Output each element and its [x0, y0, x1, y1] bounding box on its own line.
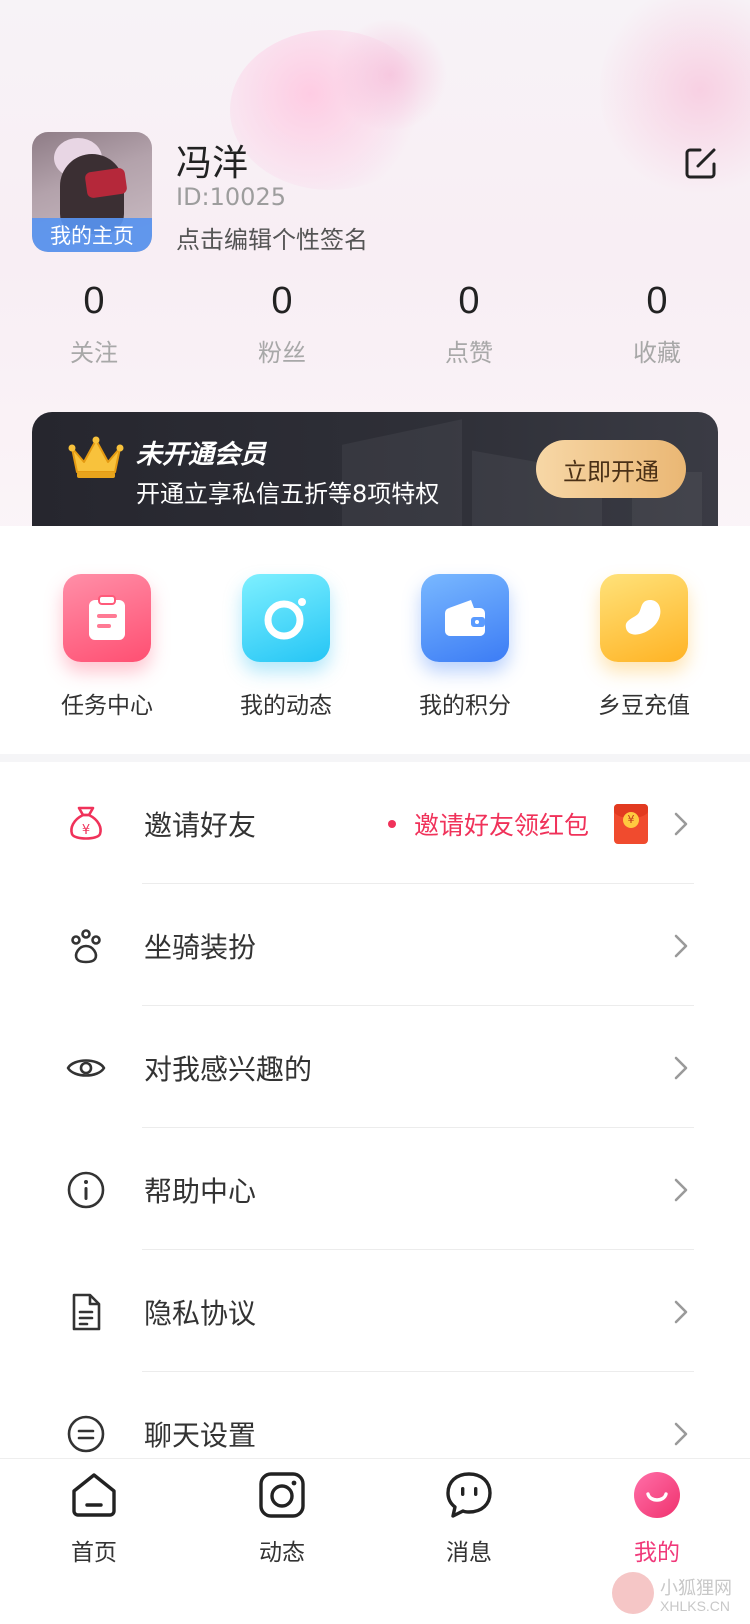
chat-settings-icon: [67, 1415, 105, 1453]
tab-label: 消息: [446, 1540, 492, 1566]
stat-value: 0: [646, 280, 668, 322]
activate-vip-button[interactable]: 立即开通: [536, 440, 686, 498]
chevron-right-icon: [674, 1422, 688, 1446]
profile-stats: 0 关注 0 粉丝 0 点赞 0 收藏: [0, 280, 750, 370]
user-id: ID:10025: [176, 183, 286, 211]
menu-item-invite-friends[interactable]: ¥ 邀请好友 邀请好友领红包: [0, 762, 750, 884]
home-icon: [72, 1473, 116, 1517]
stat-following[interactable]: 0 关注: [34, 280, 154, 368]
invite-reward-text: 邀请好友领红包: [414, 811, 590, 840]
tab-moments[interactable]: 动态: [222, 1469, 342, 1567]
stat-likes[interactable]: 0 点赞: [409, 280, 529, 368]
message-icon: [446, 1472, 492, 1518]
section-divider: [0, 754, 750, 762]
quick-action-label: 我的积分: [419, 693, 511, 719]
edit-icon[interactable]: [684, 146, 718, 180]
bean-icon: [600, 574, 688, 662]
quick-action-bean-recharge[interactable]: 乡豆充值: [564, 574, 724, 720]
watermark-url: XHLKS.CN: [660, 1598, 731, 1614]
camera-icon: [242, 574, 330, 662]
quick-action-task-center[interactable]: 任务中心: [27, 574, 187, 720]
tab-label: 动态: [259, 1540, 305, 1566]
tab-home[interactable]: 首页: [34, 1469, 154, 1567]
quick-action-my-posts[interactable]: 我的动态: [206, 574, 366, 720]
svg-text:¥: ¥: [82, 823, 90, 838]
decorative-heart: [600, 0, 750, 200]
chevron-right-icon: [674, 1056, 688, 1080]
user-name: 冯洋: [176, 143, 249, 184]
stat-fans[interactable]: 0 粉丝: [222, 280, 342, 368]
info-icon: [67, 1171, 105, 1209]
vip-benefit-text: 开通立享私信五折等8项特权: [136, 480, 440, 508]
avatar-photo-detail: [84, 167, 128, 199]
menu-item-interested-in-me[interactable]: 对我感兴趣的: [0, 1006, 750, 1128]
fox-logo-icon: [612, 1572, 654, 1614]
stat-value: 0: [271, 280, 293, 322]
red-envelope-icon: [614, 804, 648, 844]
eye-icon: [66, 1059, 106, 1077]
menu-item-label: 邀请好友: [144, 809, 257, 842]
site-watermark: 小狐狸网 XHLKS.CN: [612, 1572, 748, 1620]
chevron-right-icon: [674, 812, 688, 836]
notification-dot: [388, 820, 396, 828]
watermark-text: 小狐狸网: [660, 1578, 732, 1599]
menu-item-label: 隐私协议: [144, 1297, 257, 1330]
settings-menu: ¥ 邀请好友 邀请好友领红包 坐骑装扮: [0, 762, 750, 1494]
menu-item-help-center[interactable]: 帮助中心: [0, 1128, 750, 1250]
decorative-heart: [330, 20, 450, 130]
menu-item-label: 对我感兴趣的: [144, 1053, 313, 1086]
profile-page: 我的主页 冯洋 ID:10025 点击编辑个性签名 0 关注 0 粉丝 0 点赞…: [0, 0, 750, 1624]
menu-item-privacy-policy[interactable]: 隐私协议: [0, 1250, 750, 1372]
stat-label: 关注: [70, 339, 118, 367]
profile-smile-icon: [634, 1472, 680, 1518]
stat-label: 点赞: [445, 339, 493, 367]
stat-value: 0: [83, 280, 105, 322]
avatar[interactable]: 我的主页: [32, 132, 152, 252]
tab-messages[interactable]: 消息: [409, 1469, 529, 1567]
chevron-right-icon: [674, 934, 688, 958]
stat-label: 粉丝: [258, 339, 306, 367]
document-icon: [72, 1293, 101, 1331]
tab-label: 我的: [634, 1540, 680, 1566]
chevron-right-icon: [674, 1300, 688, 1324]
quick-action-label: 任务中心: [61, 693, 153, 719]
quick-action-label: 我的动态: [240, 693, 332, 719]
wallet-icon: [421, 574, 509, 662]
quick-action-my-points[interactable]: 我的积分: [385, 574, 545, 720]
stat-label: 收藏: [633, 339, 681, 367]
camera-icon: [259, 1472, 305, 1518]
signature-prompt[interactable]: 点击编辑个性签名: [176, 220, 368, 255]
vip-status-title: 未开通会员: [136, 440, 267, 470]
tab-label: 首页: [71, 1540, 117, 1566]
crown-icon: [68, 436, 124, 478]
menu-item-label: 帮助中心: [144, 1175, 257, 1208]
menu-item-mount-decoration[interactable]: 坐骑装扮: [0, 884, 750, 1006]
quick-actions: 任务中心 我的动态 我的积分 乡豆充值: [0, 526, 750, 756]
quick-action-label: 乡豆充值: [598, 693, 690, 719]
stat-favorites[interactable]: 0 收藏: [597, 280, 717, 368]
stat-value: 0: [458, 280, 480, 322]
paw-icon: [71, 929, 101, 964]
money-bag-icon: ¥: [70, 806, 102, 840]
my-homepage-tag[interactable]: 我的主页: [32, 218, 152, 252]
vip-banner[interactable]: 未开通会员 开通立享私信五折等8项特权 立即开通: [32, 412, 718, 536]
menu-item-label: 坐骑装扮: [144, 931, 257, 964]
menu-item-label: 聊天设置: [144, 1419, 257, 1452]
tab-me[interactable]: 我的: [597, 1469, 717, 1567]
clipboard-icon: [63, 574, 151, 662]
chevron-right-icon: [674, 1178, 688, 1202]
